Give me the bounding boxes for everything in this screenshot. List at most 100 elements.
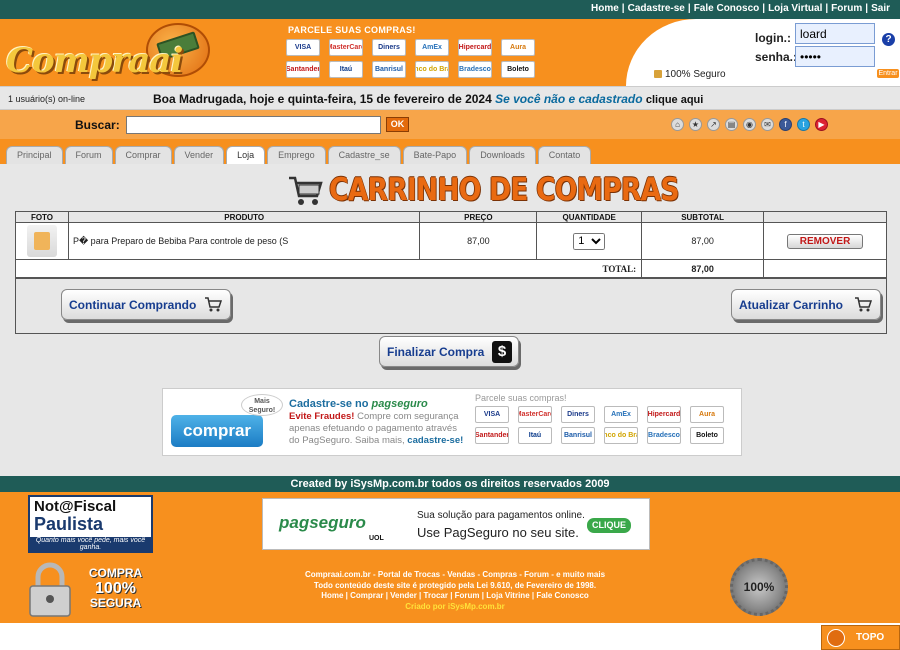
product-image[interactable] bbox=[26, 225, 57, 257]
top-link-fale-conosco[interactable]: Fale Conosco bbox=[694, 3, 760, 14]
checkout-label: Finalizar Compra bbox=[387, 344, 485, 359]
santander-icon: Santander bbox=[286, 61, 320, 78]
secure-indicator: 100% Seguro bbox=[654, 69, 726, 80]
tab-cadastre[interactable]: Cadastre_se bbox=[327, 146, 401, 164]
cart-icon bbox=[855, 297, 872, 312]
column-header-subtotal: SUBTOTAL bbox=[641, 211, 765, 223]
senha-label: senha.: bbox=[755, 50, 798, 64]
amex-icon: AmEx bbox=[604, 406, 638, 423]
footer-links[interactable]: Home | Comprar | Vender | Trocar | Forum… bbox=[256, 591, 654, 602]
total-row: TOTAL: 87,00 bbox=[14, 259, 887, 278]
banco-do-brasil-icon: Banco do Brasil bbox=[604, 427, 638, 444]
youtube-icon[interactable]: ▶ bbox=[815, 118, 828, 131]
rss-icon[interactable]: ◉ bbox=[743, 118, 756, 131]
top-nav-bar: Home | Cadastre-se | Fale Conosco | Loja Virtu… bbox=[0, 0, 900, 19]
column-header-preco: PREÇO bbox=[419, 211, 538, 223]
search-bar: Buscar: OK ⌂ ★ ↗ ▤ ◉ ✉ f t ▶ bbox=[0, 110, 900, 139]
tab-forum[interactable]: Forum bbox=[64, 146, 113, 164]
top-link-cadastre[interactable]: Cadastre-se bbox=[628, 3, 685, 14]
dollar-icon: $ bbox=[492, 341, 512, 363]
checkout-button[interactable]: Finalizar Compra $ bbox=[379, 336, 519, 367]
banrisul-icon: Banrisul bbox=[372, 61, 406, 78]
comprar-button[interactable]: comprar bbox=[171, 415, 263, 447]
column-header-foto: FOTO bbox=[15, 211, 69, 223]
entrar-button[interactable]: Entrar bbox=[877, 69, 899, 78]
info-bar: 1 usuário(s) on-line Boa Madrugada, hoje… bbox=[0, 86, 900, 110]
pagseguro-text: Evite Fraudes! Compre com segurança apen… bbox=[289, 411, 469, 447]
total-empty-cell bbox=[763, 259, 887, 278]
lock-icon bbox=[654, 70, 662, 78]
pagseguro-ad-button[interactable]: CLIQUE bbox=[587, 518, 631, 533]
home-icon[interactable]: ⌂ bbox=[671, 118, 684, 131]
search-input[interactable] bbox=[126, 116, 381, 134]
product-price: 87,00 bbox=[419, 222, 538, 260]
credit-bar: Created by iSysMp.com.br todos os direit… bbox=[0, 476, 900, 492]
product-name[interactable]: P� para Preparo de Bebiba Para controle … bbox=[67, 222, 421, 260]
facebook-icon[interactable]: f bbox=[779, 118, 792, 131]
column-header-quantidade: QUANTIDADE bbox=[536, 211, 643, 223]
tab-loja[interactable]: Loja bbox=[226, 146, 266, 164]
hipercard-icon: Hipercard bbox=[458, 39, 492, 56]
tab-emprego[interactable]: Emprego bbox=[267, 146, 326, 164]
update-cart-button[interactable]: Atualizar Carrinho bbox=[731, 289, 881, 320]
tab-vender[interactable]: Vender bbox=[173, 146, 225, 164]
tab-comprar[interactable]: Comprar bbox=[114, 146, 172, 164]
product-photo-cell bbox=[15, 222, 69, 260]
help-icon[interactable]: ? bbox=[882, 33, 895, 46]
remove-button[interactable]: REMOVER bbox=[787, 233, 864, 249]
itau-icon: Itaú bbox=[329, 61, 363, 78]
site-logo[interactable]: Compraai bbox=[6, 21, 211, 83]
tab-principal[interactable]: Principal bbox=[6, 146, 63, 164]
diners-icon: Diners bbox=[372, 39, 406, 56]
password-field[interactable] bbox=[795, 46, 875, 67]
payment-cards: VISA MasterCard Diners AmEx Hipercard Au… bbox=[286, 39, 538, 78]
separator: | bbox=[825, 3, 829, 14]
top-link-loja-virtual[interactable]: Loja Virtual bbox=[768, 3, 822, 14]
quantity-cell: 1 bbox=[536, 222, 643, 260]
footer-line-2: Todo conteúdo deste site é protegido pel… bbox=[313, 580, 597, 590]
top-link-forum[interactable]: Forum bbox=[831, 3, 862, 14]
tab-contato[interactable]: Contato bbox=[537, 146, 592, 164]
separator: | bbox=[865, 3, 869, 14]
footer-line-1: Compraai.com.br - Portal de Trocas - Ven… bbox=[304, 570, 606, 579]
social-icons: ⌂ ★ ↗ ▤ ◉ ✉ f t ▶ bbox=[671, 118, 828, 131]
diners-icon: Diners bbox=[561, 406, 595, 423]
footer: Not@Fiscal Paulista Quanto mais você ped… bbox=[0, 492, 900, 623]
footer-text: Compraai.com.br - Portal de Trocas - Ven… bbox=[256, 570, 654, 612]
share-icon[interactable]: ↗ bbox=[707, 118, 720, 131]
print-icon[interactable]: ▤ bbox=[725, 118, 738, 131]
top-link-sair[interactable]: Sair bbox=[871, 3, 890, 14]
satisfaction-badge: 100% bbox=[730, 558, 788, 616]
nota-fiscal-paulista-logo[interactable]: Not@Fiscal Paulista Quanto mais você ped… bbox=[28, 495, 153, 553]
login-label: login.: bbox=[755, 31, 791, 45]
cart-actions: Continuar Comprando Atualizar Carrinho bbox=[15, 278, 887, 334]
email-icon[interactable]: ✉ bbox=[761, 118, 774, 131]
quantity-select[interactable]: 1 bbox=[573, 232, 606, 250]
tabs: Principal Forum Comprar Vender Loja Empr… bbox=[6, 146, 592, 164]
fraud-warning: Evite Fraudes! bbox=[289, 411, 355, 422]
itau-icon: Itaú bbox=[518, 427, 552, 444]
back-to-top-button[interactable]: TOPO bbox=[821, 625, 900, 650]
pagseguro-title: Cadastre-se no pagseguro bbox=[289, 398, 428, 410]
twitter-icon[interactable]: t bbox=[797, 118, 810, 131]
bradesco-icon: Bradesco bbox=[458, 61, 492, 78]
pagseguro-title-prefix: Cadastre-se no bbox=[289, 398, 369, 410]
footer-credit[interactable]: Criado por iSysMp.com.br bbox=[256, 602, 654, 613]
click-here-link[interactable]: clique aqui bbox=[646, 94, 703, 106]
login-field[interactable] bbox=[795, 23, 875, 44]
favorite-icon[interactable]: ★ bbox=[689, 118, 702, 131]
search-ok-button[interactable]: OK bbox=[386, 117, 409, 132]
arrow-up-icon bbox=[827, 629, 845, 647]
tab-bate-papo[interactable]: Bate-Papo bbox=[402, 146, 468, 164]
top-link-home[interactable]: Home bbox=[591, 3, 619, 14]
continue-shopping-button[interactable]: Continuar Comprando bbox=[61, 289, 231, 320]
greeting: Boa Madrugada, hoje e quinta-feira, 15 d… bbox=[153, 92, 703, 106]
pagseguro-banner[interactable]: comprar Mais Seguro! Cadastre-se no pags… bbox=[162, 388, 742, 456]
uol-label: UOL bbox=[369, 535, 384, 542]
separator: | bbox=[687, 3, 691, 14]
mastercard-icon: MasterCard bbox=[518, 406, 552, 423]
pagseguro-ad[interactable]: pagseguro UOL Sua solução para pagamento… bbox=[262, 498, 650, 550]
bradesco-icon: Bradesco bbox=[647, 427, 681, 444]
pagseguro-signup-link[interactable]: cadastre-se! bbox=[407, 435, 463, 446]
tab-downloads[interactable]: Downloads bbox=[469, 146, 536, 164]
